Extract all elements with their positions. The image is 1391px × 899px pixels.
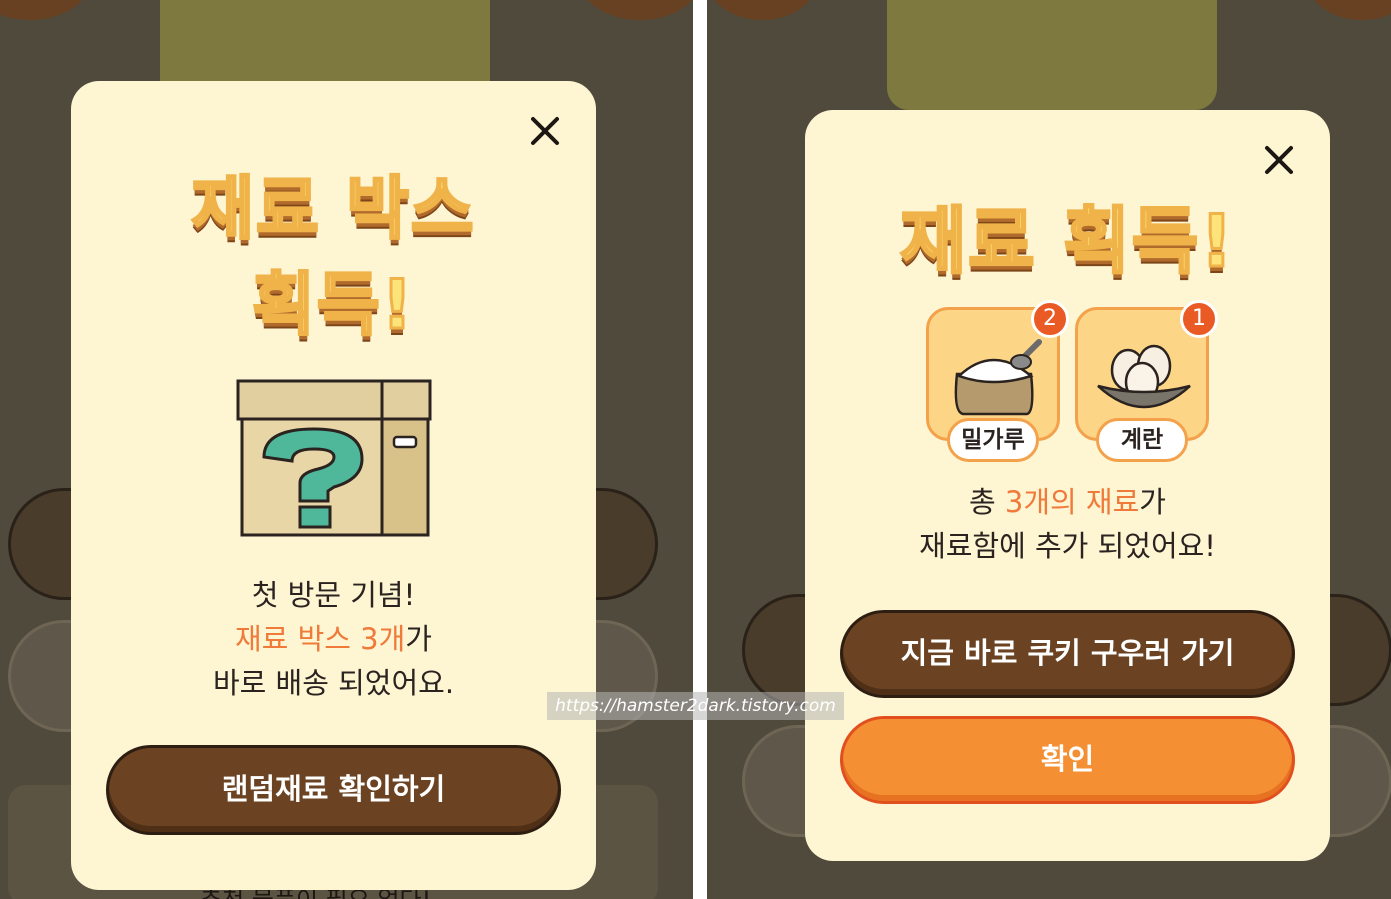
background-decoration — [580, 0, 693, 20]
popup-message-line2: 재료함에 추가 되었어요! — [919, 529, 1216, 563]
background-decoration — [707, 0, 817, 20]
confirm-button[interactable]: 확인 — [840, 716, 1295, 804]
item-count-badge: 1 — [1180, 300, 1218, 338]
item-count-badge: 2 — [1031, 300, 1069, 338]
highlight-count: 재료 박스 3개 — [235, 622, 406, 656]
flour-sack-icon — [954, 339, 1042, 416]
message-suffix: 가 — [1139, 485, 1166, 519]
right-screen: 재료 획득! 2 밀가루 1 계란 총 3개의 재료가 재료함에 추가 되었어요… — [707, 0, 1391, 899]
item-card-eggs: 1 계란 — [1075, 300, 1218, 462]
popup-message-line1: 첫 방문 기념! — [251, 578, 416, 612]
background-logo — [887, 0, 1217, 110]
left-screen: 추천 물품이 필요 없다! 재료 박스 획득! 첫 방문 기념! 재료 박스 3… — [0, 0, 693, 899]
highlight-count: 3개의 재료 — [1004, 485, 1140, 519]
background-decoration — [0, 0, 90, 20]
go-bake-cookies-button[interactable]: 지금 바로 쿠키 구우러 가기 — [840, 610, 1295, 698]
close-icon — [1265, 146, 1293, 174]
popup-title-line2: 획득! — [251, 265, 415, 347]
material-box-popup: 재료 박스 획득! 첫 방문 기념! 재료 박스 3개가 바로 배송 되었어요.… — [71, 81, 596, 890]
popup-title: 재료 획득! — [899, 198, 1235, 285]
close-button[interactable] — [1259, 140, 1299, 180]
watermark: https://hamster2dark.tistory.com — [547, 692, 844, 720]
message-suffix: 가 — [405, 622, 432, 656]
question-box-icon — [236, 379, 432, 537]
popup-message-line1: 총 3개의 재료가 — [805, 480, 1330, 524]
popup-title-line1: 재료 박스 — [190, 169, 476, 251]
background-decoration — [1307, 0, 1391, 20]
close-icon — [531, 117, 559, 145]
item-name-label: 계란 — [1096, 418, 1188, 462]
item-card-flour: 2 밀가루 — [926, 300, 1069, 462]
item-name-label: 밀가루 — [947, 418, 1039, 462]
close-button[interactable] — [525, 111, 565, 151]
popup-message-line2: 재료 박스 3개가 — [71, 617, 596, 661]
message-prefix: 총 — [969, 485, 1005, 519]
popup-message-line3: 바로 배송 되었어요. — [212, 666, 455, 700]
eggs-bowl-icon — [1097, 344, 1191, 409]
material-acquired-popup: 재료 획득! 2 밀가루 1 계란 총 3개의 재료가 재료함에 추가 되었어요… — [805, 110, 1330, 861]
check-random-materials-button[interactable]: 랜덤재료 확인하기 — [106, 745, 561, 835]
